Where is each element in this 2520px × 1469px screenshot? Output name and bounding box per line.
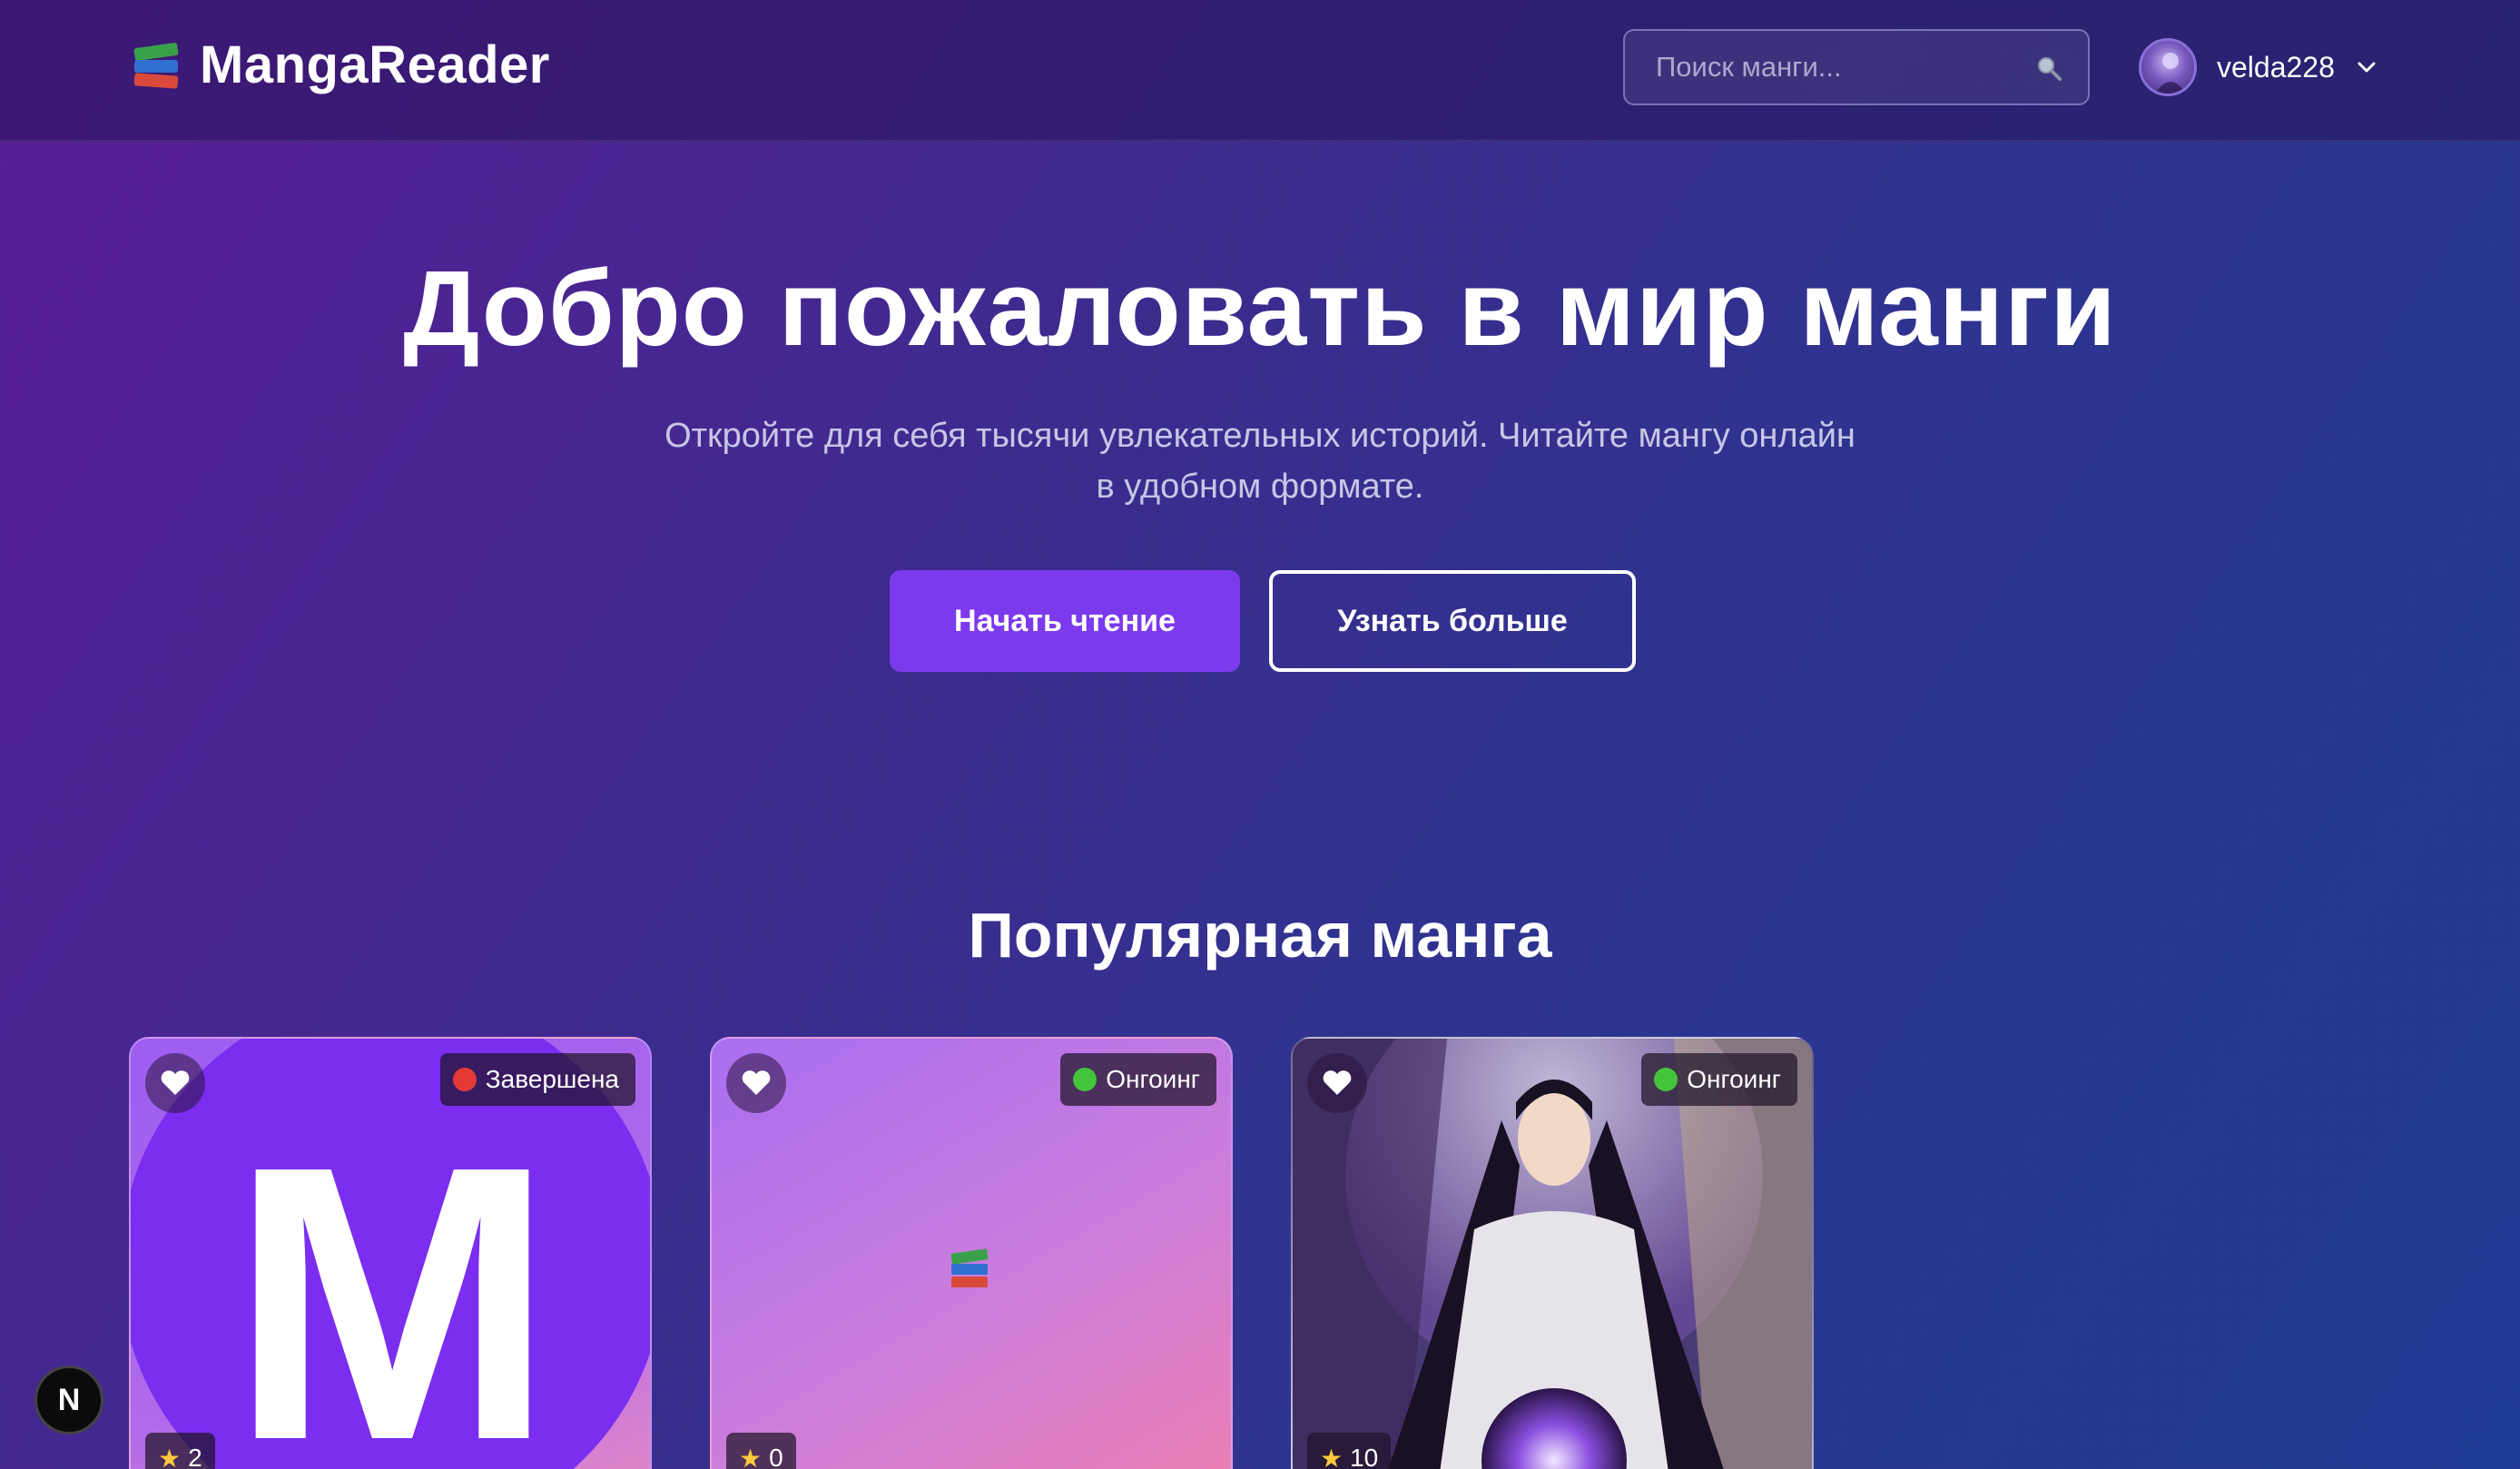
top-header: MangaReader velda228 bbox=[0, 0, 2520, 142]
rating-value: 0 bbox=[769, 1444, 783, 1469]
search-input[interactable] bbox=[1625, 31, 2088, 104]
rating-value: 10 bbox=[1350, 1444, 1379, 1469]
search-icon[interactable] bbox=[2035, 54, 2062, 82]
status-label: Онгоинг bbox=[1687, 1065, 1781, 1093]
favorite-button[interactable] bbox=[726, 1053, 786, 1113]
start-reading-button[interactable]: Начать чтение bbox=[890, 570, 1240, 672]
chevron-down-icon[interactable] bbox=[2355, 55, 2378, 79]
books-icon bbox=[131, 40, 182, 91]
user-menu[interactable]: velda228 bbox=[2139, 38, 2378, 96]
rating-badge: ★ 0 bbox=[726, 1433, 796, 1469]
status-badge: Онгоинг bbox=[1641, 1053, 1797, 1106]
status-badge: Завершена bbox=[439, 1053, 635, 1106]
star-icon: ★ bbox=[158, 1444, 182, 1469]
favorite-button[interactable] bbox=[145, 1053, 205, 1113]
learn-more-button[interactable]: Узнать больше bbox=[1269, 570, 1636, 672]
status-badge: Онгоинг bbox=[1060, 1053, 1216, 1106]
heart-icon bbox=[742, 1070, 771, 1095]
hero-title: Добро пожаловать в мир манги bbox=[403, 249, 2117, 369]
username: velda228 bbox=[2217, 50, 2335, 84]
status-label: Завершена bbox=[485, 1065, 619, 1093]
logo-text: MangaReader bbox=[200, 35, 550, 94]
books-icon bbox=[950, 1248, 991, 1289]
svg-text:M: M bbox=[230, 1086, 555, 1469]
star-icon: ★ bbox=[1320, 1444, 1344, 1469]
rating-value: 2 bbox=[188, 1444, 202, 1469]
favorite-button[interactable] bbox=[1307, 1053, 1367, 1113]
manga-card[interactable]: M Завершена ★ 2 bbox=[129, 1037, 652, 1469]
manga-card[interactable]: Онгоинг ★ 0 bbox=[710, 1037, 1233, 1469]
avatar bbox=[2139, 38, 2197, 96]
status-label: Онгоинг bbox=[1106, 1065, 1200, 1093]
status-dot bbox=[1654, 1068, 1678, 1091]
heart-icon bbox=[161, 1070, 190, 1095]
section-title: Популярная манга bbox=[968, 900, 1552, 971]
status-dot bbox=[452, 1068, 477, 1091]
dev-indicator-button[interactable]: N bbox=[34, 1365, 103, 1434]
heart-icon bbox=[1323, 1070, 1352, 1095]
status-dot bbox=[1073, 1068, 1098, 1091]
search-box bbox=[1623, 29, 2090, 105]
rating-badge: ★ 2 bbox=[145, 1433, 215, 1469]
rating-badge: ★ 10 bbox=[1307, 1433, 1392, 1469]
logo[interactable]: MangaReader bbox=[131, 35, 550, 95]
manga-card[interactable]: Онгоинг ★ 10 bbox=[1291, 1037, 1814, 1469]
hero-subtitle: Откройте для себя тысячи увлекательных и… bbox=[664, 417, 1856, 506]
star-icon: ★ bbox=[739, 1444, 763, 1469]
